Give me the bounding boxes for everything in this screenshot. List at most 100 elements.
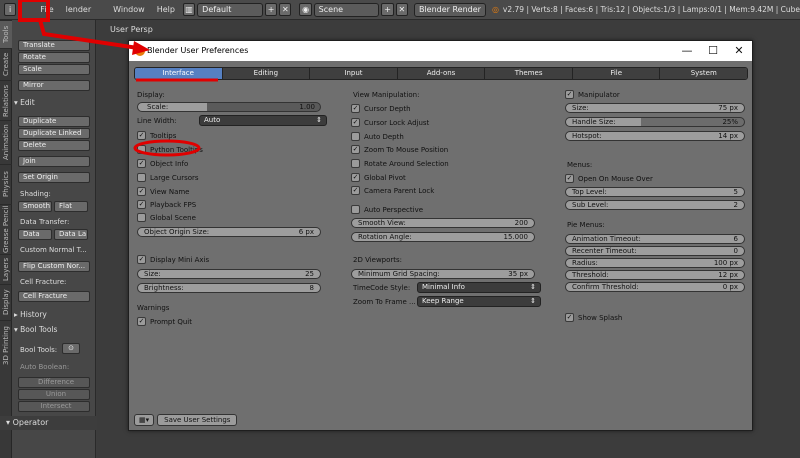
- edit-panel-header[interactable]: ▾ Edit: [14, 98, 94, 107]
- tab-physics[interactable]: Physics: [0, 164, 12, 204]
- delete-button[interactable]: Delete: [18, 140, 90, 151]
- brightness-field[interactable]: Brightness: 8: [137, 283, 321, 293]
- difference-button[interactable]: Difference: [18, 377, 90, 388]
- union-button[interactable]: Union: [18, 389, 90, 400]
- translate-button[interactable]: Translate: [18, 40, 90, 51]
- cursor-lock-adjust-label: Cursor Lock Adjust: [364, 118, 430, 127]
- layout-field[interactable]: Default: [197, 2, 263, 17]
- animation-timeout-field[interactable]: Animation Timeout: 6: [565, 234, 745, 244]
- duplicate-linked-button[interactable]: Duplicate Linked: [18, 128, 90, 139]
- tab-tools[interactable]: Tools: [0, 20, 12, 48]
- zoom-to-mouse-checkbox[interactable]: ✓ Zoom To Mouse Position: [351, 145, 448, 154]
- flip-custom-normals-button[interactable]: Flip Custom Nor...: [18, 261, 90, 272]
- threshold-field[interactable]: Threshold: 12 px: [565, 270, 745, 280]
- tab-input[interactable]: Input: [310, 68, 398, 79]
- window-titlebar[interactable]: Blender User Preferences — ☐ ✕: [129, 41, 752, 61]
- join-button[interactable]: Join: [18, 156, 90, 167]
- tab-themes[interactable]: Themes: [485, 68, 573, 79]
- object-origin-size-field[interactable]: Object Origin Size: 6 px: [137, 227, 321, 237]
- playback-fps-checkbox[interactable]: ✓ Playback FPS: [137, 200, 196, 209]
- view-name-checkbox[interactable]: ✓ View Name: [137, 187, 190, 196]
- save-user-settings-button[interactable]: Save User Settings: [157, 414, 238, 426]
- tab-addons[interactable]: Add-ons: [397, 68, 486, 79]
- bool-tools-toggle-icon[interactable]: ⊙: [62, 343, 80, 354]
- zoom-to-frame-select[interactable]: Keep Range ⇕: [417, 296, 541, 307]
- duplicate-button[interactable]: Duplicate: [18, 116, 90, 127]
- scene-field[interactable]: Scene: [313, 2, 380, 17]
- data-button[interactable]: Data: [18, 229, 52, 240]
- hotspot-field[interactable]: Hotspot: 14 px: [565, 131, 745, 141]
- scene-icon[interactable]: ◉: [299, 3, 312, 16]
- tab-grease-pencil[interactable]: Grease Pencil: [0, 204, 12, 254]
- auto-depth-checkbox[interactable]: Auto Depth: [351, 132, 404, 141]
- timecode-style-select[interactable]: Minimal Info ⇕: [417, 282, 541, 293]
- rotate-around-selection-checkbox[interactable]: Rotate Around Selection: [351, 159, 449, 168]
- render-engine-select[interactable]: Blender Render: [413, 2, 486, 17]
- menu-help[interactable]: Help: [151, 0, 181, 20]
- smooth-button[interactable]: Smooth: [18, 201, 52, 212]
- scale-button[interactable]: Scale: [18, 64, 90, 75]
- show-splash-checkbox[interactable]: ✓ Show Splash: [565, 313, 622, 322]
- open-on-mouse-over-checkbox[interactable]: ✓ Open On Mouse Over: [565, 174, 653, 183]
- add-layout-icon[interactable]: +: [264, 3, 278, 16]
- confirm-threshold-field[interactable]: Confirm Threshold: 0 px: [565, 282, 745, 292]
- tab-create[interactable]: Create: [0, 48, 12, 80]
- maximize-icon[interactable]: ☐: [700, 41, 726, 61]
- tab-layers[interactable]: Layers: [0, 254, 12, 284]
- handle-size-field[interactable]: Handle Size: 25%: [565, 117, 745, 127]
- radius-field[interactable]: Radius: 100 px: [565, 258, 745, 268]
- tab-interface[interactable]: Interface: [135, 68, 223, 79]
- operator-panel-header[interactable]: ▾ Operator: [0, 416, 96, 430]
- editor-type-icon[interactable]: i: [4, 3, 17, 16]
- display-mini-axis-checkbox[interactable]: ✓ Display Mini Axis: [137, 255, 209, 264]
- cell-fracture-button[interactable]: Cell Fracture: [18, 291, 90, 302]
- flat-button[interactable]: Flat: [54, 201, 88, 212]
- top-level-field[interactable]: Top Level: 5: [565, 187, 745, 197]
- large-cursors-checkbox[interactable]: Large Cursors: [137, 173, 199, 182]
- add-scene-icon[interactable]: +: [381, 3, 394, 16]
- tab-relations[interactable]: Relations: [0, 80, 12, 120]
- scale-field[interactable]: Scale: 1.00: [137, 102, 321, 112]
- object-info-checkbox[interactable]: ✓ Object Info: [137, 159, 188, 168]
- tab-editing[interactable]: Editing: [222, 68, 311, 79]
- global-pivot-checkbox[interactable]: ✓ Global Pivot: [351, 173, 406, 182]
- sub-level-field[interactable]: Sub Level: 2: [565, 200, 745, 210]
- bool-tools-panel-header[interactable]: ▾ Bool Tools: [14, 325, 94, 334]
- python-tooltips-checkbox[interactable]: Python Tooltips: [137, 145, 203, 154]
- intersect-button[interactable]: Intersect: [18, 401, 90, 412]
- prompt-quit-checkbox[interactable]: ✓ Prompt Quit: [137, 317, 192, 326]
- history-panel-header[interactable]: ▸ History: [14, 310, 94, 319]
- manipulator-checkbox[interactable]: ✓ Manipulator: [565, 90, 620, 99]
- min-grid-spacing-field[interactable]: Minimum Grid Spacing: 35 px: [351, 269, 535, 279]
- tooltips-checkbox[interactable]: ✓ Tooltips: [137, 131, 176, 140]
- line-width-select[interactable]: Auto ⇕: [199, 115, 327, 126]
- mini-axis-size-field[interactable]: Size: 25: [137, 269, 321, 279]
- tab-animation[interactable]: Animation: [0, 120, 12, 164]
- global-scene-checkbox[interactable]: Global Scene: [137, 213, 196, 222]
- data-layers-button[interactable]: Data La: [54, 229, 88, 240]
- tab-display[interactable]: Display: [0, 284, 12, 320]
- menu-file[interactable]: File: [34, 0, 59, 20]
- smooth-view-field[interactable]: Smooth View: 200: [351, 218, 535, 228]
- menu-window[interactable]: Window: [107, 0, 151, 20]
- tab-file[interactable]: File: [572, 68, 661, 79]
- camera-parent-lock-checkbox[interactable]: ✓ Camera Parent Lock: [351, 186, 434, 195]
- auto-perspective-checkbox[interactable]: Auto Perspective: [351, 205, 423, 214]
- menu-render[interactable]: lender: [60, 0, 98, 20]
- tab-system[interactable]: System: [660, 68, 747, 79]
- manipulator-size-field[interactable]: Size: 75 px: [565, 103, 745, 113]
- remove-layout-icon[interactable]: ✕: [279, 3, 292, 16]
- tab-3d-printing[interactable]: 3D Printing: [0, 320, 12, 370]
- set-origin-button[interactable]: Set Origin: [18, 172, 90, 183]
- cursor-lock-adjust-checkbox[interactable]: ✓ Cursor Lock Adjust: [351, 118, 429, 127]
- screen-layout-icon[interactable]: ▥: [182, 3, 196, 16]
- remove-scene-icon[interactable]: ✕: [395, 3, 408, 16]
- rotate-button[interactable]: Rotate: [18, 52, 90, 63]
- close-icon[interactable]: ✕: [726, 41, 752, 61]
- minimize-icon[interactable]: —: [674, 41, 700, 61]
- recenter-timeout-field[interactable]: Recenter Timeout: 0: [565, 246, 745, 256]
- rotation-angle-field[interactable]: Rotation Angle: 15.000: [351, 232, 535, 242]
- cursor-depth-checkbox[interactable]: ✓ Cursor Depth: [351, 104, 411, 113]
- preferences-menu-icon[interactable]: ▦▾: [134, 414, 155, 426]
- mirror-button[interactable]: Mirror: [18, 80, 90, 91]
